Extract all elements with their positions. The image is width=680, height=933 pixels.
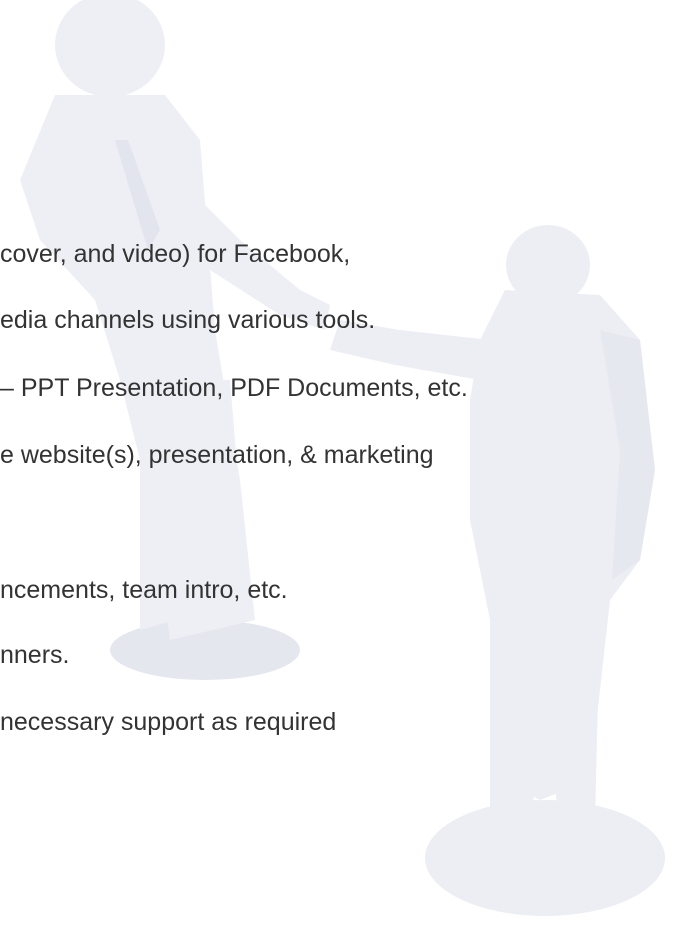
responsibility-line-6: nners.: [0, 641, 70, 669]
responsibility-line-2: edia channels using various tools.: [0, 306, 376, 334]
responsibilities-list: cover, and video) for Facebook, edia cha…: [0, 0, 680, 933]
responsibility-line-4: e website(s), presentation, & marketing: [0, 441, 434, 469]
responsibility-line-5: ncements, team intro, etc.: [0, 576, 288, 604]
responsibility-line-3: – PPT Presentation, PDF Documents, etc.: [0, 374, 468, 402]
responsibility-line-1: cover, and video) for Facebook,: [0, 240, 351, 268]
responsibility-line-7: necessary support as required: [0, 708, 337, 736]
